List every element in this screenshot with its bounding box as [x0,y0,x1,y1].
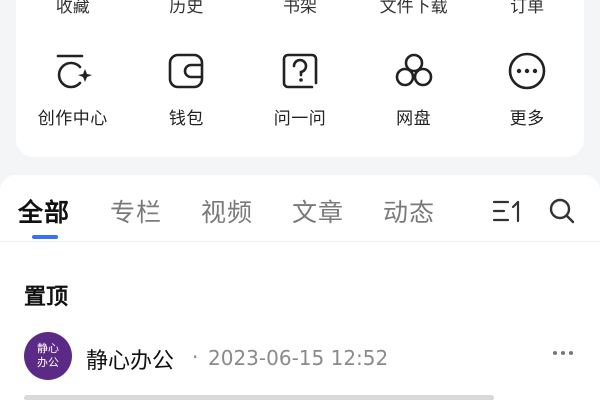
function-label-orders[interactable]: 订单 [472,0,582,14]
function-wallet[interactable]: 钱包 [131,50,241,129]
tab-column[interactable]: 专栏 [110,193,162,229]
cloud-drive-icon [393,50,435,92]
post-header: 静心办公 静心办公 · 2023-06-15 12:52 [24,332,580,382]
active-tab-indicator [32,235,58,239]
function-label-downloads[interactable]: 文件下载 [359,0,469,14]
search-icon[interactable] [548,197,576,225]
wallet-icon [165,50,207,92]
pinned-section-title: 置顶 [24,285,69,310]
avatar-text: 静心办公 [37,342,59,369]
function-label: 网盘 [396,109,432,129]
tab-list-icon[interactable] [492,198,524,224]
content-card: 全部 专栏 视频 文章 动态 置顶 静心办公 静心办公 · 2023-06-15… [0,175,600,400]
post-separator: · [192,345,199,369]
creation-center-icon [52,50,94,92]
function-more[interactable]: 更多 [472,50,582,129]
function-label: 创作中心 [37,109,108,129]
tab-divider [0,241,600,242]
question-icon [279,50,321,92]
function-label-favorites[interactable]: 收藏 [18,0,128,14]
function-label-history[interactable]: 历史 [131,0,241,14]
more-icon [506,50,548,92]
tab-article[interactable]: 文章 [292,193,344,229]
app-root: 收藏 历史 书架 文件下载 订单 创作中心 钱包 问一问 网盘 更多 全部 专栏… [0,0,600,400]
tab-video[interactable]: 视频 [201,193,253,229]
post-more-options-icon[interactable] [550,340,576,366]
post-author[interactable]: 静心办公 [86,343,174,375]
tab-all[interactable]: 全部 [18,193,70,229]
function-grid: 创作中心 钱包 问一问 网盘 更多 [16,50,584,129]
function-card: 收藏 历史 书架 文件下载 订单 创作中心 钱包 问一问 网盘 更多 [16,0,584,157]
function-label: 钱包 [168,109,204,129]
function-label: 问一问 [273,109,327,129]
function-label-bookshelf[interactable]: 书架 [245,0,355,14]
tab-dynamic[interactable]: 动态 [383,193,435,229]
function-cloud-drive[interactable]: 网盘 [359,50,469,129]
post-timestamp: 2023-06-15 12:52 [208,346,389,370]
avatar[interactable]: 静心办公 [24,332,72,380]
function-ask[interactable]: 问一问 [245,50,355,129]
cutoff-function-row: 收藏 历史 书架 文件下载 订单 [16,0,584,14]
function-creation-center[interactable]: 创作中心 [18,50,128,129]
function-label: 更多 [509,109,545,129]
post-content-preview [24,395,494,400]
tab-bar: 全部 专栏 视频 文章 动态 [0,175,600,242]
